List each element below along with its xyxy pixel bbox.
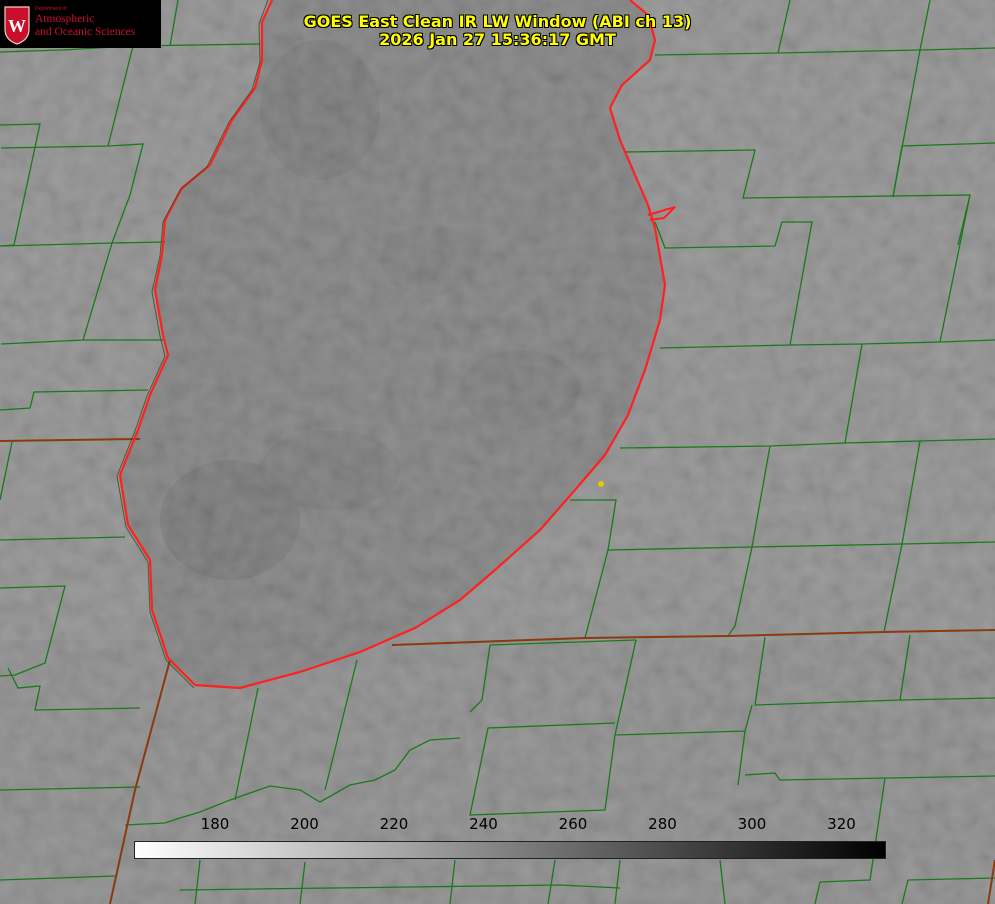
colorbar-tick-label: 300 — [737, 815, 767, 833]
logo-line2: and Oceanic Sciences — [35, 26, 136, 38]
colorbar — [134, 841, 886, 859]
colorbar-tick-label: 240 — [469, 815, 498, 833]
university-logo[interactable]: W Department of Atmospheric and Oceanic … — [0, 0, 161, 48]
noise-overlay — [0, 0, 995, 904]
colorbar-tick-label: 180 — [200, 815, 230, 833]
logo-line1: Atmospheric — [35, 13, 95, 25]
location-marker[interactable] — [598, 481, 604, 487]
crest-letter: W — [8, 16, 26, 36]
colorbar-tick-label: 320 — [827, 815, 856, 833]
satellite-map[interactable] — [0, 0, 995, 904]
colorbar-tick-label: 220 — [379, 815, 409, 833]
colorbar-tick-label: 200 — [290, 815, 319, 833]
colorbar-tick-label: 260 — [558, 815, 588, 833]
crest-icon: W — [4, 6, 30, 45]
logo-department: Department of — [35, 6, 67, 12]
colorbar-tick-label: 280 — [648, 815, 677, 833]
